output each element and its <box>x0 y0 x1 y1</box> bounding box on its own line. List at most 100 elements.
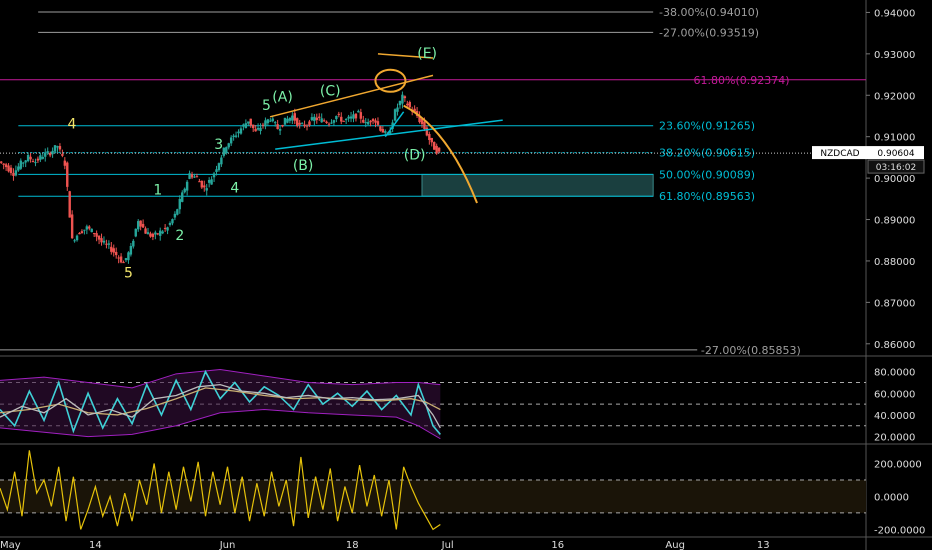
candle-body <box>12 172 15 176</box>
target-zone <box>421 173 654 197</box>
candle-body <box>305 125 309 127</box>
candle-body <box>207 179 211 183</box>
candle-body <box>203 185 206 188</box>
candle-body <box>217 163 221 171</box>
candle-body <box>401 94 404 104</box>
cci-band-fill <box>0 479 866 513</box>
candle-body <box>114 251 118 256</box>
time-tick-label: Jul <box>441 540 454 550</box>
wave-label: (A) <box>272 89 293 105</box>
candle-body <box>141 223 145 228</box>
candle-body <box>357 110 360 113</box>
countdown-label: 03:16:02 <box>876 163 916 173</box>
fib-level-label: -27.00%(0.93519) <box>659 26 759 39</box>
wave-label: 3 <box>214 137 223 153</box>
candle-body <box>366 121 370 125</box>
wave-label: (D) <box>404 147 426 163</box>
candle-body <box>173 213 177 218</box>
candle-body <box>225 147 228 154</box>
candle-body <box>124 258 128 261</box>
candle-body <box>63 160 67 166</box>
candle-body <box>83 229 86 231</box>
chart-background <box>0 0 932 550</box>
candle-body <box>53 145 57 152</box>
candle-body <box>2 163 5 165</box>
chart-canvas[interactable]: 0.94000 0.93000 0.92000 0.91000 0.90000 0.890… <box>0 0 932 550</box>
candle-body <box>151 233 155 237</box>
time-tick-label: 16 <box>551 540 564 550</box>
time-tick-label: Jun <box>219 540 236 550</box>
candle-body <box>144 228 147 234</box>
candle-body <box>261 124 265 126</box>
candle-body <box>269 120 272 122</box>
candle-body <box>0 161 3 163</box>
candle-body <box>181 192 184 202</box>
candle-body <box>344 119 348 121</box>
cci-tick-label: 0.0000 <box>874 492 909 503</box>
candle-body <box>163 227 167 229</box>
wave-label: (B) <box>293 158 314 174</box>
candle-body <box>266 119 270 124</box>
candle-body <box>102 240 106 243</box>
candle-body <box>396 107 399 112</box>
candle-body <box>88 226 91 229</box>
candle-body <box>249 118 252 126</box>
price-tick-label: 0.91000 <box>874 133 915 144</box>
fib-level-label: -38.00%(0.94010) <box>659 6 759 19</box>
candle-body <box>349 116 353 119</box>
candle-body <box>193 176 196 178</box>
candle-body <box>24 160 27 163</box>
candle-body <box>232 135 235 138</box>
candle-body <box>105 243 108 245</box>
candle-body <box>80 231 84 234</box>
candle-body <box>234 135 238 137</box>
candle-body <box>425 127 429 136</box>
candle-body <box>259 127 262 132</box>
candle-body <box>166 227 169 231</box>
candle-body <box>185 181 189 191</box>
candle-body <box>281 124 284 127</box>
candle-body <box>168 222 172 225</box>
candle-body <box>300 123 304 125</box>
candle-body <box>342 120 345 122</box>
candle-body <box>437 147 441 152</box>
candle-body <box>337 113 341 115</box>
wave-label: (C) <box>320 83 341 99</box>
oscillator-tick-label: 20.0000 <box>874 433 915 444</box>
background-layer <box>0 0 932 550</box>
candle-body <box>374 120 377 123</box>
oscillator-tick-label: 60.0000 <box>874 389 915 400</box>
candle-body <box>159 230 162 236</box>
price-tick-label: 0.92000 <box>874 91 915 102</box>
candle-body <box>354 113 358 119</box>
price-tick-label: 0.86000 <box>874 340 915 351</box>
candle-body <box>428 133 431 141</box>
candle-body <box>403 96 407 99</box>
candle-body <box>29 156 32 160</box>
candle-body <box>298 122 301 125</box>
price-tick-label: 0.89000 <box>874 216 915 227</box>
candle-body <box>325 121 328 124</box>
candle-body <box>310 117 314 121</box>
candle-body <box>156 233 159 235</box>
candle-body <box>136 221 140 230</box>
candle-body <box>188 173 191 179</box>
candle-body <box>286 118 289 123</box>
time-tick-label: 13 <box>757 540 770 550</box>
wave-label: (E) <box>417 46 437 62</box>
candle-body <box>36 158 40 161</box>
candle-body <box>22 162 25 164</box>
candle-body <box>227 143 230 148</box>
candle-body <box>244 123 248 129</box>
candle-body <box>117 257 120 259</box>
candle-body <box>364 122 367 124</box>
candle-body <box>278 128 282 131</box>
candle-body <box>200 180 204 188</box>
fib-level-label: -27.00%(0.85853) <box>701 344 801 357</box>
candle-body <box>107 243 111 245</box>
candle-body <box>408 101 411 108</box>
candle-body <box>430 137 433 143</box>
candle-body <box>149 233 152 237</box>
candle-body <box>242 124 245 127</box>
wave-label: 5 <box>124 266 133 282</box>
